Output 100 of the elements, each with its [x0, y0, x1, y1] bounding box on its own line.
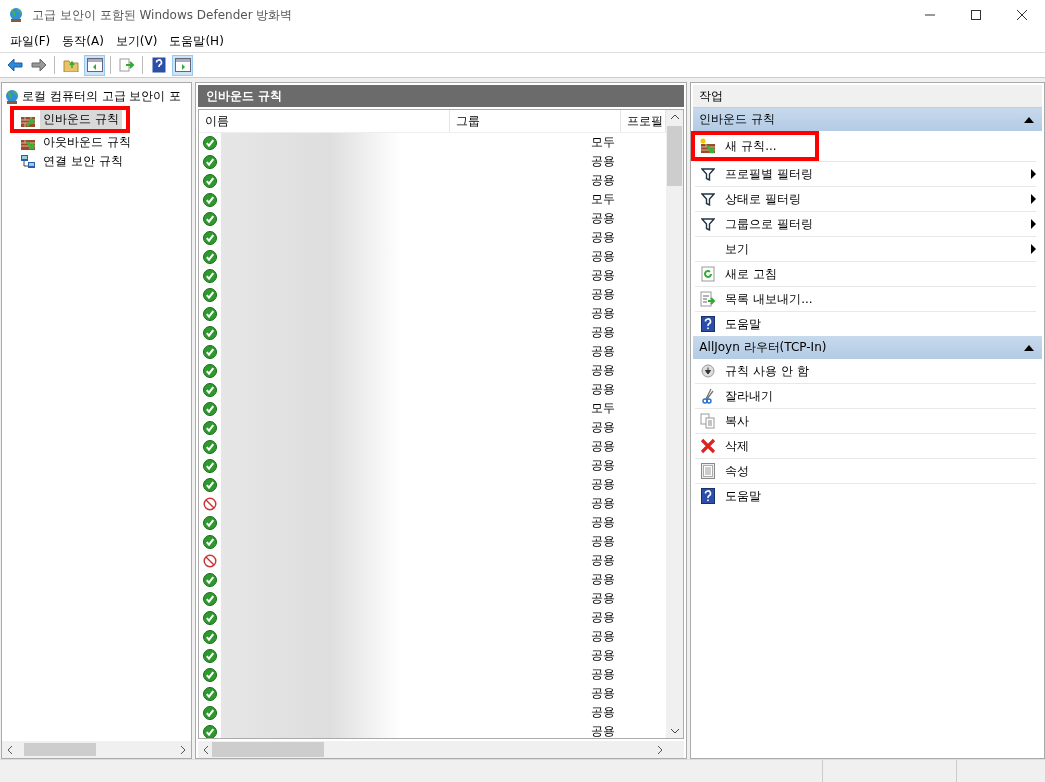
enabled-rule-icon	[202, 382, 217, 397]
section-title: 인바운드 규칙	[699, 111, 777, 128]
action-item[interactable]: 도움말	[721, 487, 1036, 505]
collapse-icon[interactable]	[1024, 116, 1034, 123]
globe-icon	[8, 7, 24, 23]
menu-item[interactable]: 파일(F)	[4, 32, 57, 50]
enabled-rule-icon	[202, 230, 217, 245]
table-cell-text: 모두	[589, 400, 615, 417]
show-tree-button[interactable]	[84, 54, 105, 76]
window-title: 고급 보안이 포함된 Windows Defender 방화벽	[32, 6, 294, 24]
enabled-rule-icon	[202, 648, 217, 663]
table-cell-text: 공용	[589, 552, 615, 569]
column-header[interactable]: 그룹	[449, 110, 621, 132]
action-item[interactable]: 상태로 필터링	[721, 190, 1031, 208]
table-cell-text: 공용	[589, 438, 615, 455]
vertical-scrollbar[interactable]	[666, 110, 684, 738]
enabled-rule-icon	[202, 572, 217, 587]
enabled-rule-icon	[202, 325, 217, 340]
table-cell-text: 공용	[589, 514, 615, 531]
table-cell-text: 공용	[589, 571, 615, 588]
table-cell-text: 공용	[589, 685, 615, 702]
tree-item[interactable]: 아웃바운드 규칙	[40, 133, 134, 152]
enabled-rule-icon	[202, 287, 217, 302]
section-header[interactable]: 인바운드 규칙	[693, 108, 1042, 131]
scrollbar-thumb[interactable]	[211, 742, 324, 757]
enabled-rule-icon	[202, 363, 217, 378]
scroll-left-icon[interactable]	[6, 745, 14, 754]
enabled-rule-icon	[202, 306, 217, 321]
enabled-rule-icon	[202, 610, 217, 625]
horizontal-scrollbar[interactable]	[197, 741, 685, 758]
section-title: AllJoyn 라우터(TCP-In)	[699, 339, 828, 356]
menu-item[interactable]: 동작(A)	[56, 32, 110, 50]
action-item[interactable]: 규칙 사용 안 함	[721, 362, 1036, 380]
table-cell-text: 공용	[589, 248, 615, 265]
action-item[interactable]: 삭제	[721, 437, 1036, 455]
scissors-icon	[701, 388, 716, 404]
disabled-rule-icon	[202, 553, 217, 568]
table-cell-text: 공용	[589, 628, 615, 645]
enabled-rule-icon	[202, 705, 217, 720]
table-cell-text: 공용	[589, 590, 615, 607]
action-item[interactable]: 목록 내보내기...	[721, 290, 1036, 308]
filter-icon	[701, 167, 716, 181]
tree-item[interactable]: 연결 보안 규칙	[40, 152, 126, 171]
enabled-rule-icon	[202, 515, 217, 530]
column-header[interactable]: 이름	[198, 110, 450, 132]
table-cell-text: 모두	[589, 134, 615, 151]
scrollbar-thumb[interactable]	[667, 126, 683, 186]
scroll-right-icon[interactable]	[178, 745, 187, 754]
action-item[interactable]: 프로필별 필터링	[721, 165, 1031, 183]
enabled-rule-icon	[202, 268, 217, 283]
collapse-icon[interactable]	[1024, 344, 1034, 351]
table-cell-text: 공용	[589, 172, 615, 189]
action-item[interactable]: 새 규칙...	[721, 137, 1036, 155]
tree-item[interactable]: 로컬 컴퓨터의 고급 보안이 포	[22, 87, 182, 106]
network-icon	[20, 153, 36, 170]
copy-icon	[700, 413, 717, 429]
enabled-rule-icon	[202, 249, 217, 264]
table-cell-text: 공용	[589, 609, 615, 626]
enabled-rule-icon	[202, 401, 217, 416]
table-cell-text: 공용	[589, 343, 615, 360]
action-item[interactable]: 속성	[721, 462, 1036, 480]
scrollbar-thumb[interactable]	[24, 743, 96, 756]
enabled-rule-icon	[202, 591, 217, 606]
action-item[interactable]: 잘라내기	[721, 387, 1036, 405]
table-cell-text: 공용	[589, 495, 615, 512]
enabled-rule-icon	[202, 686, 217, 701]
enabled-rule-icon	[202, 629, 217, 644]
section-header[interactable]: AllJoyn 라우터(TCP-In)	[693, 336, 1042, 359]
table-cell-text: 공용	[589, 305, 615, 322]
properties-icon	[701, 463, 716, 479]
table-cell-text: 공용	[589, 666, 615, 683]
pane-title: 인바운드 규칙	[197, 85, 685, 107]
action-item[interactable]: 새로 고침	[721, 265, 1036, 283]
filter-icon	[701, 217, 716, 231]
scroll-left-icon[interactable]	[201, 745, 210, 754]
delete-icon	[700, 438, 717, 454]
action-item[interactable]: 그룹으로 필터링	[721, 215, 1031, 233]
table-cell-text: 공용	[589, 457, 615, 474]
enabled-rule-icon	[202, 534, 217, 549]
tree-item[interactable]: 인바운드 규칙	[40, 110, 122, 129]
export-list-icon	[700, 291, 717, 307]
table-cell-text: 공용	[589, 476, 615, 493]
action-item[interactable]: 도움말	[721, 315, 1036, 333]
enabled-rule-icon	[202, 173, 217, 188]
table-cell-text: 공용	[589, 647, 615, 664]
help-icon	[701, 316, 716, 332]
action-item[interactable]: 보기	[721, 240, 1031, 258]
menu-item[interactable]: 보기(V)	[109, 32, 164, 50]
action-item[interactable]: 복사	[721, 412, 1036, 430]
filter-icon	[701, 192, 716, 206]
horizontal-scrollbar[interactable]	[2, 741, 191, 758]
table-cell-text: 공용	[589, 153, 615, 170]
table-cell-text: 공용	[589, 704, 615, 721]
show-actions-button[interactable]	[172, 54, 193, 76]
pane-title: 작업	[693, 85, 1042, 108]
scroll-right-icon[interactable]	[656, 745, 665, 754]
menu-item[interactable]: 도움말(H)	[163, 32, 230, 50]
globe-icon	[4, 88, 20, 105]
table-cell-text: 모두	[589, 191, 615, 208]
enabled-rule-icon	[202, 458, 217, 473]
